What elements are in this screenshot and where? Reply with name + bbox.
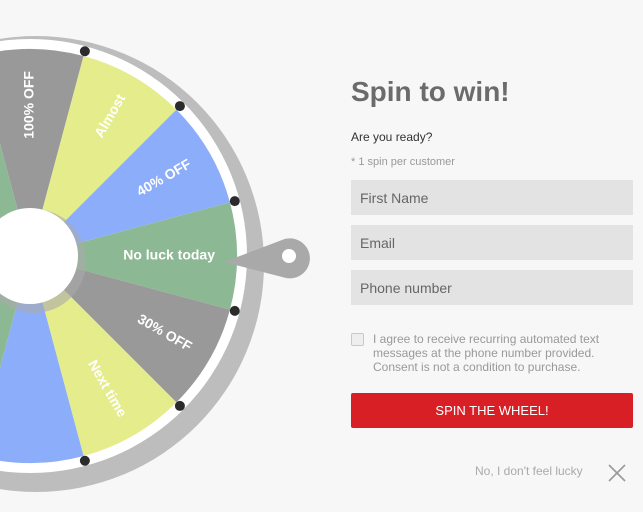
wheel-segment-label: 100% OFF [21, 71, 37, 139]
wheel-peg [79, 455, 90, 466]
phone-field[interactable] [351, 270, 633, 305]
wheel-graphic: 100% OFF Almost40% OFFNo luck today30% OF… [0, 36, 310, 492]
no-thanks-link[interactable]: No, I don't feel lucky [475, 464, 583, 478]
consent-text: I agree to receive recurring automated t… [373, 332, 600, 374]
email-field[interactable] [351, 225, 633, 260]
wheel-segment-label: No luck today [123, 247, 215, 263]
first-name-field[interactable] [351, 180, 633, 215]
wheel-peg [79, 46, 90, 57]
page-title: Spin to win! [351, 76, 510, 107]
wheel-peg [174, 101, 185, 112]
consent-checkbox[interactable] [351, 333, 364, 346]
wheel-peg [229, 196, 240, 207]
subtitle: Are you ready? [351, 130, 433, 144]
spin-note: * 1 spin per customer [351, 156, 455, 168]
wheel-peg [229, 305, 240, 316]
spin-button[interactable]: SPIN THE WHEEL! [351, 393, 633, 428]
wheel-pointer-dot [282, 249, 296, 263]
close-icon[interactable] [606, 462, 628, 484]
wheel-peg [174, 400, 185, 411]
prize-wheel: 100% OFF Almost 40% OFF No luck today 30% OF… [0, 0, 330, 512]
